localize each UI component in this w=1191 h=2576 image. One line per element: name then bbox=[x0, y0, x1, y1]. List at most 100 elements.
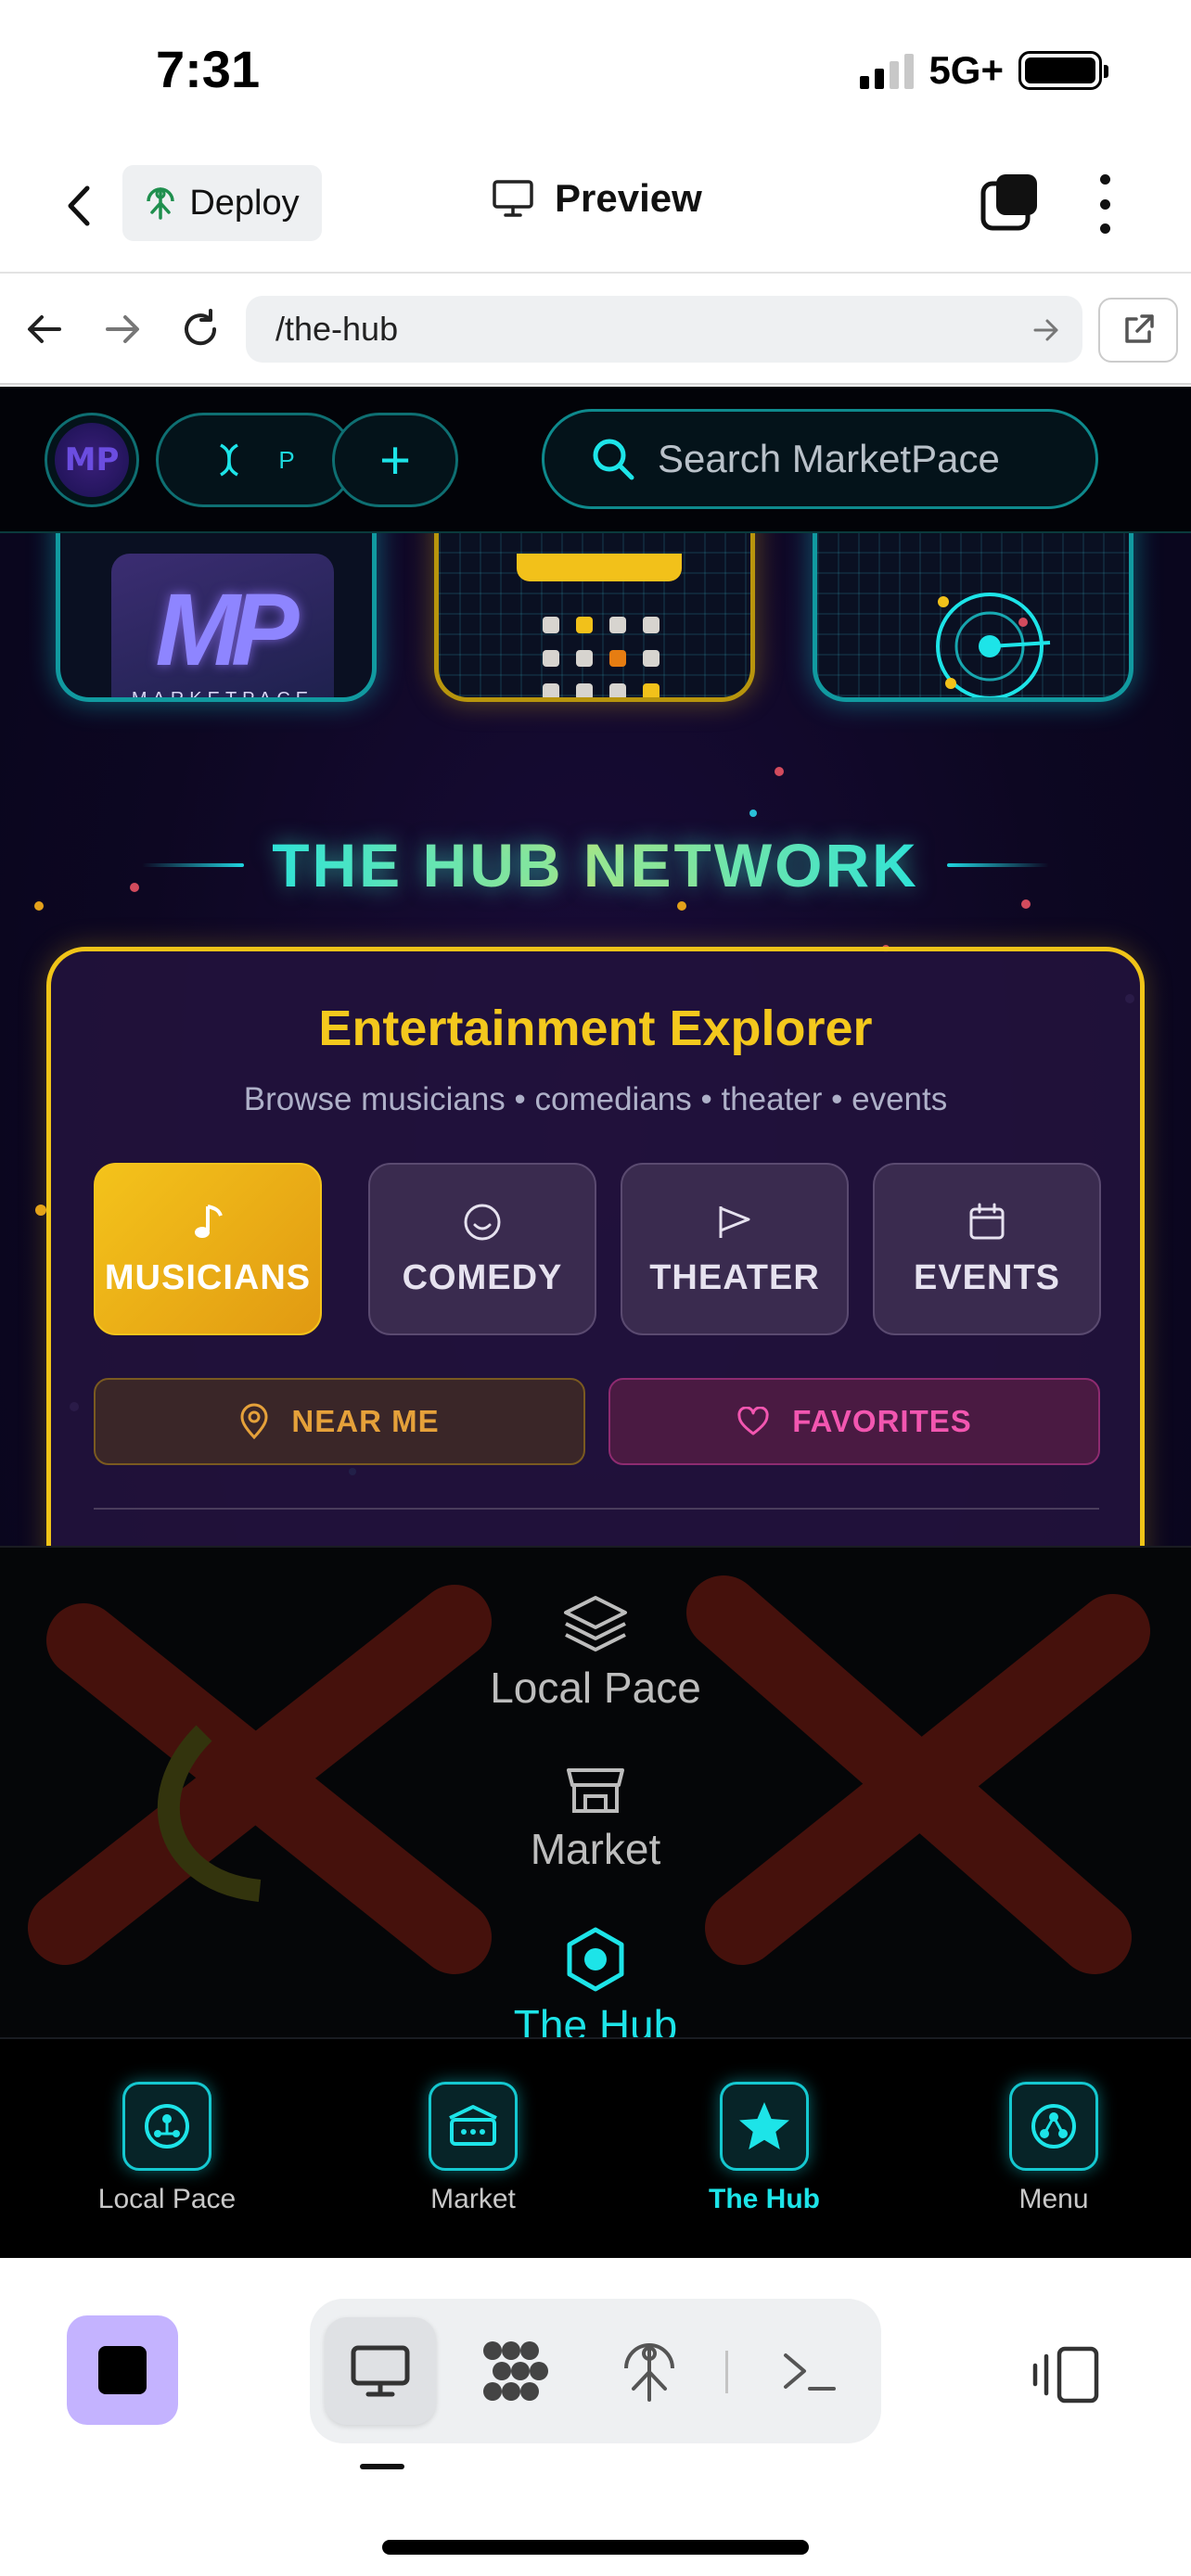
deploy-icon bbox=[147, 187, 175, 220]
chevron-left-icon bbox=[68, 185, 90, 226]
tab-label-menu: Menu bbox=[1018, 2184, 1089, 2214]
grid-blob-icon bbox=[483, 2341, 548, 2401]
entertainment-explorer-card: Entertainment Explorer Browse musicians … bbox=[46, 947, 1145, 1596]
events-label: EVENTS bbox=[913, 1257, 1061, 1297]
comedy-button[interactable]: COMEDY bbox=[368, 1163, 596, 1335]
deploy-button[interactable]: Deploy bbox=[122, 165, 322, 241]
reload-icon bbox=[185, 309, 217, 346]
tab-label-local-pace: Local Pace bbox=[97, 2184, 237, 2214]
app-bar: Deploy Preview bbox=[0, 139, 1191, 274]
preview-view-button[interactable] bbox=[325, 2317, 436, 2425]
tab-label-market: Market bbox=[430, 2184, 516, 2214]
arrow-left-icon bbox=[28, 315, 61, 343]
avatar: MP bbox=[55, 423, 129, 497]
market-icon bbox=[429, 2082, 518, 2171]
hub-icon bbox=[567, 1927, 624, 1992]
app-viewport: MP MARKETPACE MP P + Search MarketPace T… bbox=[0, 387, 1191, 2258]
heart-icon bbox=[737, 1407, 769, 1435]
tab-menu[interactable]: Menu bbox=[961, 2082, 1146, 2215]
reload-button[interactable] bbox=[174, 303, 226, 355]
musicians-label: MUSICIANS bbox=[104, 1257, 312, 1297]
drawer-item-the-hub[interactable]: The Hub bbox=[0, 1926, 1191, 2037]
navigation-drawer: Local Pace Market The Hub bbox=[0, 1546, 1191, 2037]
status-bar: 7:31 5G+ bbox=[0, 0, 1191, 139]
profile-button[interactable]: MP bbox=[45, 413, 139, 507]
favorites-button[interactable]: FAVORITES bbox=[608, 1378, 1100, 1465]
deploy-view-button[interactable] bbox=[594, 2317, 705, 2425]
active-view-indicator bbox=[360, 2464, 404, 2469]
panel-toggle-button[interactable] bbox=[1031, 2343, 1102, 2406]
tabs-icon bbox=[980, 174, 1037, 231]
terminal-icon bbox=[784, 2353, 836, 2391]
divider bbox=[94, 1508, 1099, 1510]
view-switcher bbox=[310, 2299, 881, 2443]
search-input[interactable]: Search MarketPace bbox=[542, 409, 1098, 509]
favorites-label: FAVORITES bbox=[792, 1404, 972, 1438]
tab-market[interactable]: Market bbox=[380, 2082, 566, 2215]
near-me-label: NEAR ME bbox=[291, 1404, 440, 1438]
url-text: /the-hub bbox=[275, 310, 399, 348]
music-note-icon bbox=[195, 1204, 223, 1238]
dna-icon bbox=[220, 443, 239, 477]
network-label: 5G+ bbox=[928, 48, 1004, 92]
tabs-button[interactable] bbox=[980, 172, 1039, 232]
arrow-right-icon bbox=[106, 315, 139, 343]
shell-view-button[interactable] bbox=[753, 2317, 864, 2425]
plus-icon: + bbox=[379, 429, 411, 491]
explorer-subtitle: Browse musicians • comedians • theater •… bbox=[243, 1081, 948, 1117]
go-arrow-icon[interactable] bbox=[1032, 314, 1060, 346]
monitor-icon bbox=[351, 2345, 410, 2397]
market-stall-icon bbox=[567, 1768, 624, 1813]
musicians-button[interactable]: MUSICIANS bbox=[94, 1163, 322, 1335]
dna-label: P bbox=[278, 445, 295, 474]
monitor-icon bbox=[493, 180, 533, 217]
search-icon bbox=[593, 439, 634, 480]
search-placeholder: Search MarketPace bbox=[658, 437, 1000, 480]
hub-title-row: THE HUB NETWORK bbox=[0, 830, 1191, 900]
star-icon bbox=[720, 2082, 809, 2171]
theater-button[interactable]: THEATER bbox=[621, 1163, 849, 1335]
browser-back-button[interactable] bbox=[19, 303, 70, 355]
menu-network-icon bbox=[1009, 2082, 1098, 2171]
bottom-toolbar bbox=[0, 2258, 1191, 2576]
external-link-icon bbox=[1125, 314, 1154, 343]
browser-forward-button[interactable] bbox=[96, 303, 148, 355]
calendar-icon bbox=[543, 617, 660, 697]
add-button[interactable]: + bbox=[332, 413, 458, 507]
logo-mark: MP bbox=[155, 572, 300, 687]
open-external-button[interactable] bbox=[1098, 298, 1178, 363]
drawer-label-market: Market bbox=[530, 1825, 661, 1873]
more-options-button[interactable] bbox=[1091, 174, 1119, 234]
drawer-label-the-hub: The Hub bbox=[513, 2001, 678, 2037]
dna-button[interactable]: P bbox=[156, 413, 354, 507]
comedy-label: COMEDY bbox=[402, 1257, 563, 1297]
logo-word: MARKETPACE bbox=[131, 688, 314, 702]
layers-icon bbox=[564, 1596, 627, 1651]
stop-button[interactable] bbox=[67, 2315, 178, 2425]
flag-icon bbox=[719, 1205, 750, 1238]
separator bbox=[725, 2351, 728, 2393]
local-pace-icon bbox=[122, 2082, 211, 2171]
agent-view-button[interactable] bbox=[460, 2317, 571, 2425]
near-me-button[interactable]: NEAR ME bbox=[94, 1378, 585, 1465]
calendar-header-bar bbox=[517, 554, 682, 581]
drawer-label-local-pace: Local Pace bbox=[490, 1664, 701, 1712]
drawer-item-market[interactable]: Market bbox=[0, 1765, 1191, 1874]
battery-icon bbox=[1018, 51, 1108, 90]
back-button[interactable] bbox=[56, 178, 102, 234]
deploy-label: Deploy bbox=[189, 183, 300, 223]
preview-title: Preview bbox=[492, 176, 702, 221]
url-input[interactable]: /the-hub bbox=[246, 296, 1082, 363]
events-button[interactable]: EVENTS bbox=[873, 1163, 1101, 1335]
tab-local-pace[interactable]: Local Pace bbox=[74, 2082, 260, 2215]
calendar-icon bbox=[969, 1203, 1005, 1239]
drawer-item-local-pace[interactable]: Local Pace bbox=[0, 1594, 1191, 1713]
url-bar: /the-hub bbox=[0, 275, 1191, 385]
page-title: THE HUB NETWORK bbox=[272, 831, 919, 899]
app-header: MP P + Search MarketPace bbox=[0, 387, 1191, 533]
bottom-tab-bar: Local Pace Market The Hub Menu bbox=[0, 2037, 1191, 2258]
explorer-title: Entertainment Explorer bbox=[318, 1001, 873, 1056]
panel-icon bbox=[1032, 2346, 1099, 2404]
tab-the-hub[interactable]: The Hub bbox=[672, 2082, 857, 2215]
home-indicator bbox=[382, 2540, 809, 2555]
